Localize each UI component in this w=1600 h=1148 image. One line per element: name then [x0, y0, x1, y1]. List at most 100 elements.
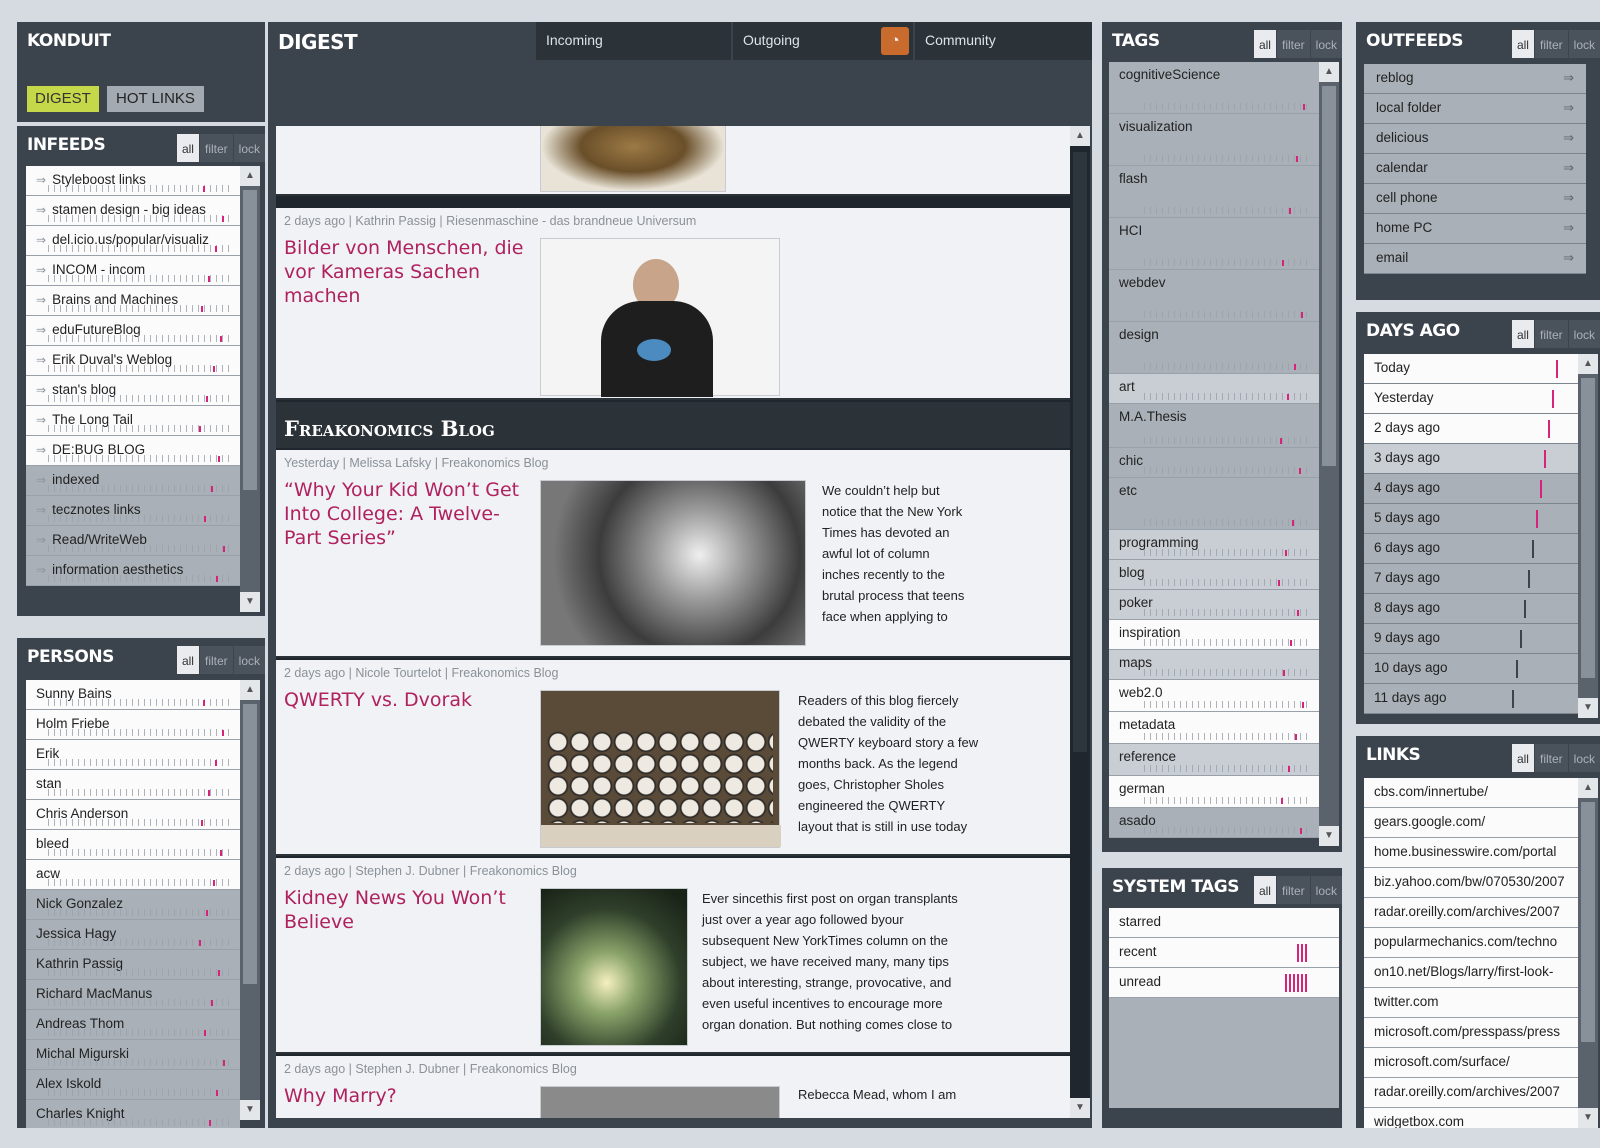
- person-item[interactable]: Charles Knight: [26, 1100, 240, 1128]
- person-item[interactable]: Chris Anderson: [26, 800, 240, 830]
- persons-filter-button[interactable]: filter: [198, 646, 233, 674]
- send-arrow-icon[interactable]: ⇒: [1563, 244, 1574, 272]
- links-lock-button[interactable]: lock: [1567, 744, 1600, 772]
- infeeds-lock-button[interactable]: lock: [232, 134, 265, 162]
- person-item[interactable]: Alex Iskold: [26, 1070, 240, 1100]
- send-arrow-icon[interactable]: ⇒: [1563, 214, 1574, 242]
- digest-scrollbar[interactable]: ▲ ▼: [1070, 126, 1090, 1118]
- infeed-item[interactable]: ⇒ DE:BUG BLOG: [26, 436, 240, 466]
- tag-item[interactable]: art: [1109, 374, 1319, 404]
- post-title-line[interactable]: “Why Your Kid Won’t Get: [284, 478, 519, 502]
- infeed-item[interactable]: ⇒ The Long Tail: [26, 406, 240, 436]
- tags-all-button[interactable]: all: [1252, 30, 1276, 58]
- scroll-up-icon[interactable]: ▲: [240, 680, 260, 700]
- link-item[interactable]: radar.oreilly.com/archives/2007: [1364, 898, 1578, 928]
- tags-lock-button[interactable]: lock: [1309, 30, 1342, 58]
- post-title-line[interactable]: vor Kameras Sachen: [284, 260, 524, 284]
- post-title-line[interactable]: QWERTY vs. Dvorak: [284, 688, 472, 712]
- person-item[interactable]: Michal Migurski: [26, 1040, 240, 1070]
- person-item[interactable]: Kathrin Passig: [26, 950, 240, 980]
- infeed-item[interactable]: ⇒ stamen design - big ideas: [26, 196, 240, 226]
- infeeds-scrollbar[interactable]: ▲ ▼: [240, 166, 260, 612]
- infeed-item[interactable]: ⇒ INCOM - incom: [26, 256, 240, 286]
- scroll-up-icon[interactable]: ▲: [1319, 62, 1339, 82]
- outfeed-item[interactable]: cell phone ⇒: [1364, 184, 1586, 214]
- outfeed-item[interactable]: email ⇒: [1364, 244, 1586, 274]
- day-item[interactable]: 3 days ago: [1364, 444, 1578, 474]
- tag-item[interactable]: programming: [1109, 530, 1319, 560]
- link-item[interactable]: radar.oreilly.com/archives/2007: [1364, 1078, 1578, 1108]
- day-item[interactable]: 5 days ago: [1364, 504, 1578, 534]
- tab-outgoing[interactable]: Outgoing ◔: [733, 22, 913, 60]
- infeed-item[interactable]: ⇒ del.icio.us/popular/visualiz: [26, 226, 240, 256]
- tags-filter-button[interactable]: filter: [1275, 30, 1310, 58]
- tag-item[interactable]: HCI: [1109, 218, 1319, 270]
- tag-item[interactable]: blog: [1109, 560, 1319, 590]
- day-item[interactable]: 7 days ago: [1364, 564, 1578, 594]
- links-filter-button[interactable]: filter: [1533, 744, 1568, 772]
- infeed-item[interactable]: ⇒ eduFutureBlog: [26, 316, 240, 346]
- scroll-up-icon[interactable]: ▲: [1070, 126, 1090, 146]
- scroll-down-icon[interactable]: ▼: [1578, 698, 1598, 718]
- link-item[interactable]: on10.net/Blogs/larry/first-look-: [1364, 958, 1578, 988]
- days-ago-all-button[interactable]: all: [1510, 320, 1534, 348]
- outfeed-item[interactable]: reblog ⇒: [1364, 64, 1586, 94]
- days-ago-filter-button[interactable]: filter: [1533, 320, 1568, 348]
- tag-item[interactable]: web2.0: [1109, 680, 1319, 712]
- person-item[interactable]: acw: [26, 860, 240, 890]
- link-item[interactable]: gears.google.com/: [1364, 808, 1578, 838]
- scroll-down-icon[interactable]: ▼: [1319, 826, 1339, 846]
- outfeed-item[interactable]: delicious ⇒: [1364, 124, 1586, 154]
- infeed-item[interactable]: ⇒ Brains and Machines: [26, 286, 240, 316]
- tag-item[interactable]: design: [1109, 322, 1319, 374]
- tab-incoming[interactable]: Incoming: [536, 22, 731, 60]
- infeed-item[interactable]: ⇒ information aesthetics: [26, 556, 240, 586]
- hot-links-tab[interactable]: HOT LINKS: [107, 86, 204, 112]
- link-item[interactable]: biz.yahoo.com/bw/070530/2007: [1364, 868, 1578, 898]
- tag-item[interactable]: reference: [1109, 744, 1319, 776]
- send-arrow-icon[interactable]: ⇒: [1563, 64, 1574, 92]
- scroll-down-icon[interactable]: ▼: [240, 592, 260, 612]
- link-item[interactable]: microsoft.com/presspass/press: [1364, 1018, 1578, 1048]
- system-tag-item[interactable]: unread: [1109, 968, 1339, 998]
- tag-item[interactable]: chic: [1109, 448, 1319, 478]
- post-title[interactable]: “Why Your Kid Won’t Get Into College: A …: [284, 478, 519, 550]
- outfeeds-filter-button[interactable]: filter: [1533, 30, 1568, 58]
- system-tags-lock-button[interactable]: lock: [1309, 876, 1342, 904]
- day-item[interactable]: 10 days ago: [1364, 654, 1578, 684]
- infeeds-filter-button[interactable]: filter: [198, 134, 233, 162]
- tab-community[interactable]: Community: [915, 22, 1092, 60]
- outfeeds-all-button[interactable]: all: [1510, 30, 1534, 58]
- tag-item[interactable]: inspiration: [1109, 620, 1319, 650]
- scroll-up-icon[interactable]: ▲: [1578, 354, 1598, 374]
- outfeed-item[interactable]: home PC ⇒: [1364, 214, 1586, 244]
- post-title[interactable]: Kidney News You Won’t Believe: [284, 886, 506, 934]
- post-title-line[interactable]: Bilder von Menschen, die: [284, 236, 524, 260]
- day-item[interactable]: 2 days ago: [1364, 414, 1578, 444]
- infeed-item[interactable]: ⇒ Erik Duval's Weblog: [26, 346, 240, 376]
- digest-tab[interactable]: DIGEST: [27, 86, 99, 112]
- post-title-line[interactable]: Believe: [284, 910, 506, 934]
- send-arrow-icon[interactable]: ⇒: [1563, 124, 1574, 152]
- tags-scrollbar[interactable]: ▲ ▼: [1319, 62, 1339, 846]
- day-item[interactable]: 6 days ago: [1364, 534, 1578, 564]
- links-all-button[interactable]: all: [1510, 744, 1534, 772]
- post-title-line[interactable]: Why Marry?: [284, 1084, 397, 1108]
- infeed-item[interactable]: ⇒ Styleboost links: [26, 166, 240, 196]
- infeed-item[interactable]: ⇒ Read/WriteWeb: [26, 526, 240, 556]
- tag-item[interactable]: asado: [1109, 808, 1319, 838]
- tag-item[interactable]: etc: [1109, 478, 1319, 530]
- scroll-up-icon[interactable]: ▲: [240, 166, 260, 186]
- person-item[interactable]: Richard MacManus: [26, 980, 240, 1010]
- link-item[interactable]: popularmechanics.com/techno: [1364, 928, 1578, 958]
- person-item[interactable]: bleed: [26, 830, 240, 860]
- person-item[interactable]: Erik: [26, 740, 240, 770]
- person-item[interactable]: Jessica Hagy: [26, 920, 240, 950]
- system-tags-all-button[interactable]: all: [1252, 876, 1276, 904]
- link-item[interactable]: microsoft.com/surface/: [1364, 1048, 1578, 1078]
- post-title[interactable]: Why Marry?: [284, 1084, 397, 1108]
- persons-all-button[interactable]: all: [175, 646, 199, 674]
- tag-item[interactable]: webdev: [1109, 270, 1319, 322]
- person-item[interactable]: Holm Friebe: [26, 710, 240, 740]
- scroll-up-icon[interactable]: ▲: [1578, 778, 1598, 798]
